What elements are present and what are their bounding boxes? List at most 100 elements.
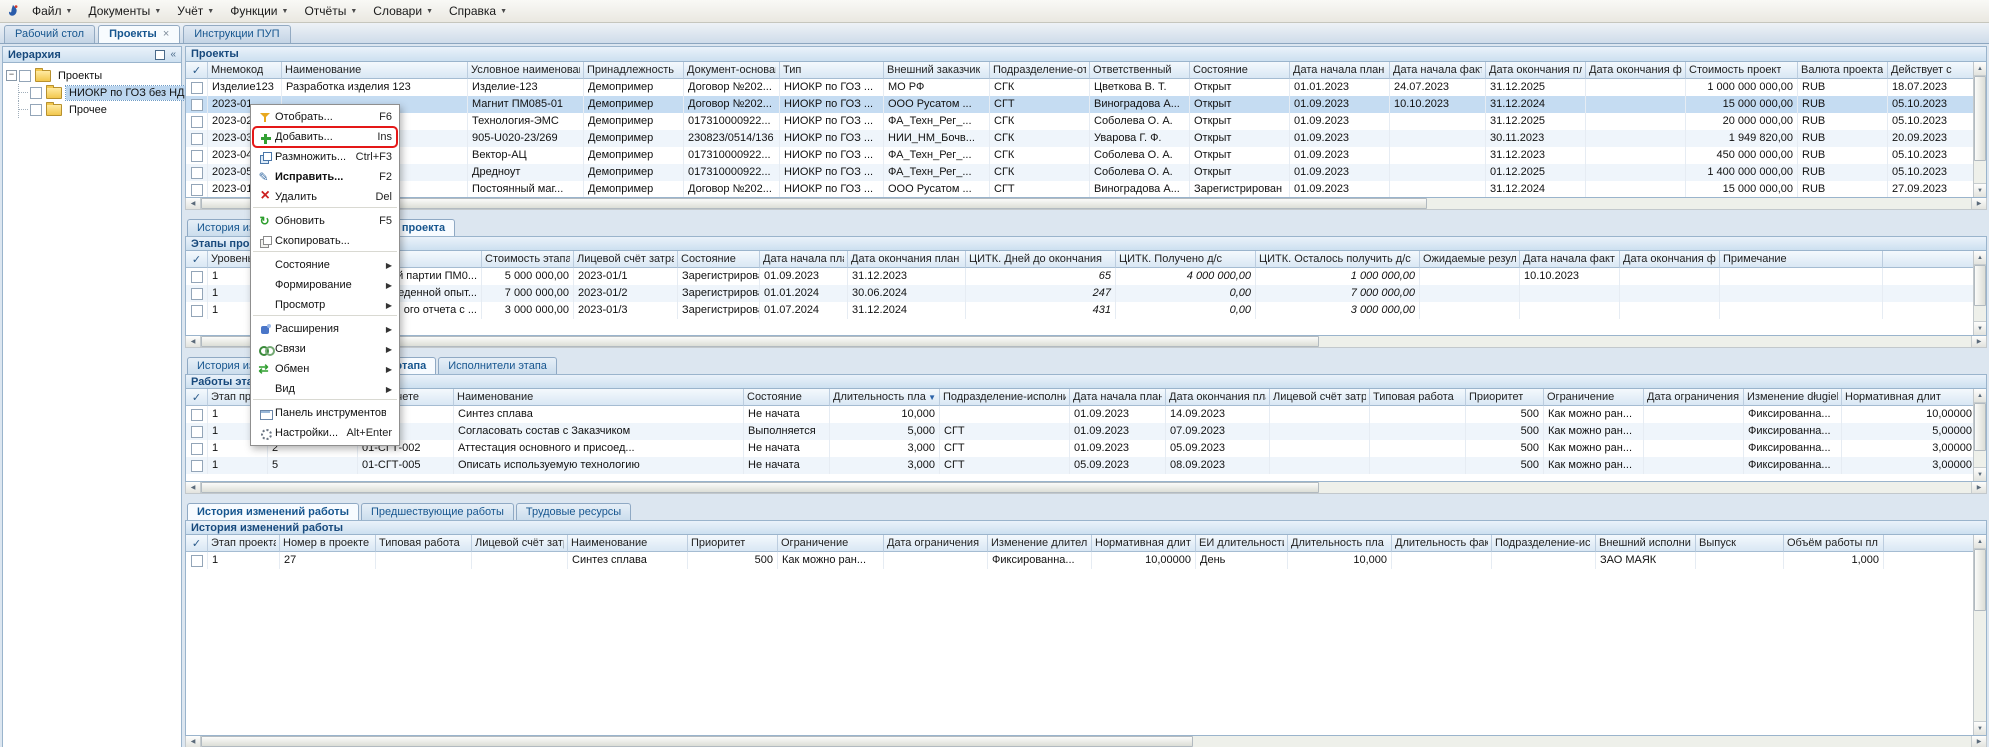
tree-expander-icon[interactable]: − xyxy=(6,70,17,81)
column-header[interactable]: Нормативная длит xyxy=(1842,389,1977,406)
tree-checkbox[interactable] xyxy=(30,87,42,99)
menubar-item[interactable]: Учёт ▼ xyxy=(169,1,222,21)
column-header[interactable]: Дата окончания ф xyxy=(1620,251,1720,268)
column-header[interactable]: Состояние xyxy=(744,389,830,406)
context-menu-item[interactable]: Настройки... Alt+Enter xyxy=(253,423,397,443)
row-checkbox[interactable] xyxy=(191,271,203,283)
column-header[interactable]: ЦИТК. Получено д/с xyxy=(1116,251,1256,268)
works-horizontal-scrollbar[interactable]: ◀ ▶ xyxy=(185,482,1987,494)
section-tab[interactable]: История изменений работы xyxy=(187,503,359,520)
column-header[interactable]: Объём работы пл xyxy=(1784,535,1884,552)
table-row[interactable]: 2023-02Технология-ЭМСДемопример017310000… xyxy=(186,113,1986,130)
tree-node[interactable]: НИОКР по ГОЗ без НДС xyxy=(5,84,179,101)
column-header[interactable]: Дата начала план xyxy=(1070,389,1166,406)
scrollbar-thumb[interactable] xyxy=(201,736,1193,747)
table-row[interactable]: 1501-СГТ-005Описать используемую техноло… xyxy=(186,457,1986,474)
column-header[interactable]: Состояние xyxy=(1190,62,1290,79)
column-header[interactable]: Принадлежность xyxy=(584,62,684,79)
column-header[interactable]: Длительность пла xyxy=(1288,535,1392,552)
scroll-left-icon[interactable]: ◀ xyxy=(186,198,201,209)
table-row[interactable]: 1Синтез сплаваНе начата10,00001.09.20231… xyxy=(186,406,1986,423)
context-menu-item[interactable]: Исправить... F2 xyxy=(253,167,397,187)
scroll-up-icon[interactable]: ▲ xyxy=(1974,535,1986,549)
table-row[interactable]: 127Синтез сплава500Как можно ран...Фикси… xyxy=(186,552,1986,569)
column-header[interactable]: ЦИТК. Осталось получить д/с xyxy=(1256,251,1420,268)
column-header[interactable]: Мнемокод xyxy=(208,62,282,79)
table-row[interactable]: 2023-03905-U020-23/269Демопример230823/0… xyxy=(186,130,1986,147)
context-menu-item[interactable]: Отобрать... F6 xyxy=(253,107,397,127)
column-header[interactable]: Состояние xyxy=(678,251,760,268)
column-header[interactable] xyxy=(1883,251,1977,268)
column-header[interactable]: Дата начала план xyxy=(760,251,848,268)
column-header[interactable]: Дата начала факт xyxy=(1390,62,1486,79)
projects-vertical-scrollbar[interactable]: ▲ ▼ xyxy=(1973,62,1986,197)
tree-checkbox[interactable] xyxy=(19,70,31,82)
scroll-left-icon[interactable]: ◀ xyxy=(186,336,201,347)
table-row[interactable]: 2023-01Магнит ПМ085-01ДемопримерДоговор … xyxy=(186,96,1986,113)
scrollbar-thumb[interactable] xyxy=(1974,549,1986,611)
table-row[interactable]: 1еденной опыт...7 000 000,002023-01/2Зар… xyxy=(186,285,1986,302)
column-header[interactable]: Валюта проекта xyxy=(1798,62,1888,79)
table-row[interactable]: Изделие123Разработка изделия 123Изделие-… xyxy=(186,79,1986,96)
tree-node[interactable]: Прочее xyxy=(5,101,179,118)
row-checkbox[interactable] xyxy=(191,99,203,111)
column-header[interactable]: Длительность план▼ xyxy=(830,389,940,406)
scroll-down-icon[interactable]: ▼ xyxy=(1974,467,1986,481)
column-header[interactable]: ЕИ длительности xyxy=(1196,535,1288,552)
context-menu-item[interactable]: Связи ▶ xyxy=(253,339,397,359)
row-checkbox[interactable] xyxy=(191,167,203,179)
column-header[interactable]: Этап проекта xyxy=(208,535,280,552)
column-header[interactable]: Дата окончания ф xyxy=(1586,62,1686,79)
section-tab[interactable]: Предшествующие работы xyxy=(361,503,514,520)
menubar-item[interactable]: Отчёты ▼ xyxy=(296,1,365,21)
scroll-up-icon[interactable]: ▲ xyxy=(1974,62,1986,76)
stages-vertical-scrollbar[interactable]: ▲ ▼ xyxy=(1973,251,1986,335)
column-header[interactable]: Дата ограничения xyxy=(1644,389,1744,406)
context-menu-item[interactable]: Расширения ▶ xyxy=(253,319,397,339)
column-header[interactable]: Нормативная длит xyxy=(1092,535,1196,552)
row-checkbox[interactable] xyxy=(191,150,203,162)
row-checkbox[interactable] xyxy=(191,133,203,145)
column-header[interactable]: Наименование xyxy=(282,62,468,79)
context-menu-item[interactable]: Скопировать... xyxy=(253,231,397,252)
context-menu-item[interactable]: Панель инструментов xyxy=(253,403,397,423)
column-header[interactable]: Изменение длител xyxy=(988,535,1092,552)
column-header[interactable]: ✓ xyxy=(186,535,208,552)
scroll-right-icon[interactable]: ▶ xyxy=(1971,198,1986,209)
column-header[interactable]: Ограничение xyxy=(778,535,884,552)
column-header[interactable]: Условное наименование xyxy=(468,62,584,79)
column-header[interactable]: Приоритет xyxy=(1466,389,1544,406)
column-header[interactable]: Внешний исполни xyxy=(1596,535,1696,552)
row-checkbox[interactable] xyxy=(191,460,203,472)
table-row[interactable]: 2023-01ТПостоянный маг...ДемопримерДогов… xyxy=(186,181,1986,198)
scroll-left-icon[interactable]: ◀ xyxy=(186,482,201,493)
row-checkbox[interactable] xyxy=(191,82,203,94)
scrollbar-thumb[interactable] xyxy=(1974,76,1986,161)
row-checkbox[interactable] xyxy=(191,555,203,567)
column-header[interactable]: Стоимость проект xyxy=(1686,62,1798,79)
column-header[interactable]: Дата начала факт xyxy=(1520,251,1620,268)
stages-horizontal-scrollbar[interactable]: ◀ ▶ xyxy=(185,336,1987,348)
menubar-item[interactable]: Справка ▼ xyxy=(441,1,515,21)
menubar-item[interactable]: Файл ▼ xyxy=(24,1,80,21)
column-header[interactable]: Приоритет xyxy=(688,535,778,552)
column-header[interactable]: Примечание xyxy=(1720,251,1883,268)
works-vertical-scrollbar[interactable]: ▲ ▼ xyxy=(1973,389,1986,481)
dock-panel-icon[interactable] xyxy=(155,50,165,60)
column-header[interactable]: Типовая работа xyxy=(1370,389,1466,406)
scroll-right-icon[interactable]: ▶ xyxy=(1971,482,1986,493)
column-header[interactable]: Подразделение-ис xyxy=(1492,535,1596,552)
table-row[interactable]: 2023-04Вектор-АЦДемопример017310000922..… xyxy=(186,147,1986,164)
column-header[interactable]: Номер в проекте xyxy=(280,535,376,552)
table-row[interactable]: 1Согласовать состав с ЗаказчикомВыполняе… xyxy=(186,423,1986,440)
scroll-up-icon[interactable]: ▲ xyxy=(1974,251,1986,265)
tree-node[interactable]: − Проекты xyxy=(5,67,179,84)
projects-horizontal-scrollbar[interactable]: ◀ ▶ xyxy=(185,198,1987,210)
row-checkbox[interactable] xyxy=(191,443,203,455)
menubar-item[interactable]: Функции ▼ xyxy=(222,1,296,21)
column-header[interactable]: ✓ xyxy=(186,251,208,268)
column-header[interactable]: Ответственный xyxy=(1090,62,1190,79)
table-row[interactable]: 1201-СГТ-002Аттестация основного и присо… xyxy=(186,440,1986,457)
column-header[interactable]: Лицевой счёт затрат xyxy=(574,251,678,268)
column-header[interactable]: Дата окончания план xyxy=(848,251,966,268)
